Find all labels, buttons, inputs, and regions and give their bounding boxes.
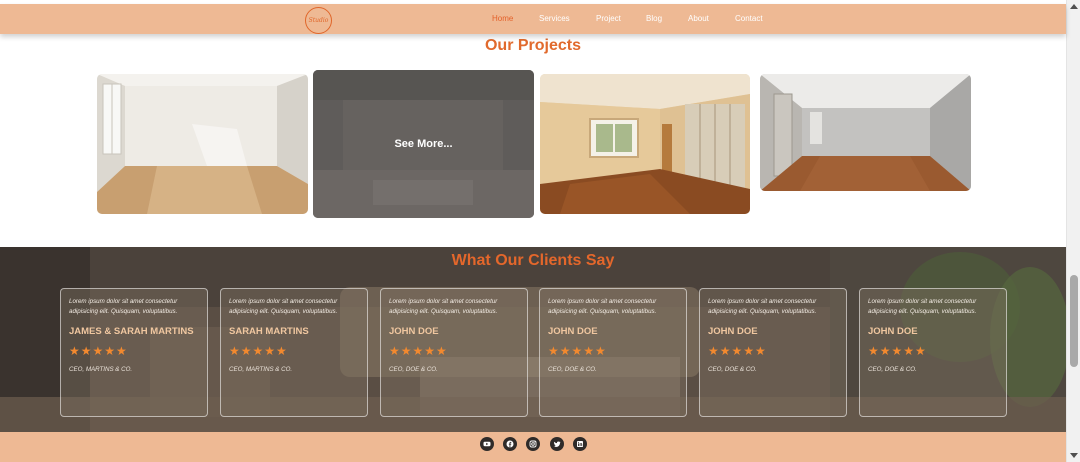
testimonial-name: SARAH MARTINS xyxy=(229,326,309,337)
testimonial-quote: Lorem ipsum dolor sit amet consectetur a… xyxy=(69,298,178,315)
testimonial-role: CEO, MARTINS & CO. xyxy=(229,366,293,373)
testimonial-name: JOHN DOE xyxy=(708,326,758,337)
testimonial-role: CEO, MARTINS & CO. xyxy=(69,366,133,373)
project-see-more-tile[interactable]: See More... xyxy=(313,70,534,218)
testimonial-quote: Lorem ipsum dolor sit amet consectetur a… xyxy=(389,298,498,315)
star-rating-icon: ★★★★★ xyxy=(868,344,927,358)
star-rating-icon: ★★★★★ xyxy=(229,344,288,358)
page: Studio Home Services Project Blog About … xyxy=(0,0,1080,462)
testimonial-name: JOHN DOE xyxy=(548,326,598,337)
star-rating-icon: ★★★★★ xyxy=(708,344,767,358)
testimonial-quote: Lorem ipsum dolor sit amet consectetur a… xyxy=(548,298,657,315)
testimonial-quote: Lorem ipsum dolor sit amet consectetur a… xyxy=(868,298,977,315)
testimonials-heading: What Our Clients Say xyxy=(451,252,615,269)
star-rating-icon: ★★★★★ xyxy=(69,344,128,358)
scrollbar-thumb[interactable] xyxy=(1070,275,1078,367)
nav-contact[interactable]: Contact xyxy=(735,14,763,23)
nav-project[interactable]: Project xyxy=(596,14,621,23)
testimonial-card: Lorem ipsum dolor sit amet consectetur a… xyxy=(380,288,528,417)
top-navbar: Studio Home Services Project Blog About … xyxy=(0,4,1066,34)
testimonial-quote: Lorem ipsum dolor sit amet consectetur a… xyxy=(708,298,817,315)
testimonial-role: CEO, DOE & CO. xyxy=(389,366,438,373)
testimonial-name: JOHN DOE xyxy=(389,326,439,337)
testimonials-section: What Our Clients Say Lorem ipsum dolor s… xyxy=(0,247,1066,432)
nav-home[interactable]: Home xyxy=(492,14,513,23)
testimonial-card: Lorem ipsum dolor sit amet consectetur a… xyxy=(60,288,208,417)
logo-text: Studio xyxy=(308,17,329,24)
testimonial-card: Lorem ipsum dolor sit amet consectetur a… xyxy=(220,288,368,417)
linkedin-icon[interactable] xyxy=(573,437,587,451)
testimonial-name: JAMES & SARAH MARTINS xyxy=(69,326,194,337)
nav-blog[interactable]: Blog xyxy=(646,14,662,23)
site-logo[interactable]: Studio xyxy=(305,7,332,34)
scroll-down-arrow-icon[interactable] xyxy=(1070,453,1078,458)
project-image-grey-room[interactable] xyxy=(760,74,971,191)
testimonial-quote: Lorem ipsum dolor sit amet consectetur a… xyxy=(229,298,338,315)
testimonial-card: Lorem ipsum dolor sit amet consectetur a… xyxy=(539,288,687,417)
testimonial-role: CEO, DOE & CO. xyxy=(868,366,917,373)
scroll-up-arrow-icon[interactable] xyxy=(1070,4,1078,9)
star-rating-icon: ★★★★★ xyxy=(389,344,448,358)
youtube-icon[interactable] xyxy=(480,437,494,451)
testimonial-role: CEO, DOE & CO. xyxy=(548,366,597,373)
projects-heading: Our Projects xyxy=(484,37,582,54)
vertical-scrollbar[interactable] xyxy=(1066,0,1080,462)
testimonial-card: Lorem ipsum dolor sit amet consectetur a… xyxy=(699,288,847,417)
facebook-icon[interactable] xyxy=(503,437,517,451)
see-more-label[interactable]: See More... xyxy=(313,70,534,218)
twitter-icon[interactable] xyxy=(550,437,564,451)
nav-about[interactable]: About xyxy=(688,14,709,23)
star-rating-icon: ★★★★★ xyxy=(548,344,607,358)
project-image-white-room[interactable] xyxy=(97,74,308,214)
testimonial-name: JOHN DOE xyxy=(868,326,918,337)
project-image-beige-room[interactable] xyxy=(540,74,750,214)
testimonial-role: CEO, DOE & CO. xyxy=(708,366,757,373)
testimonial-card: Lorem ipsum dolor sit amet consectetur a… xyxy=(859,288,1007,417)
instagram-icon[interactable] xyxy=(526,437,540,451)
nav-services[interactable]: Services xyxy=(539,14,570,23)
